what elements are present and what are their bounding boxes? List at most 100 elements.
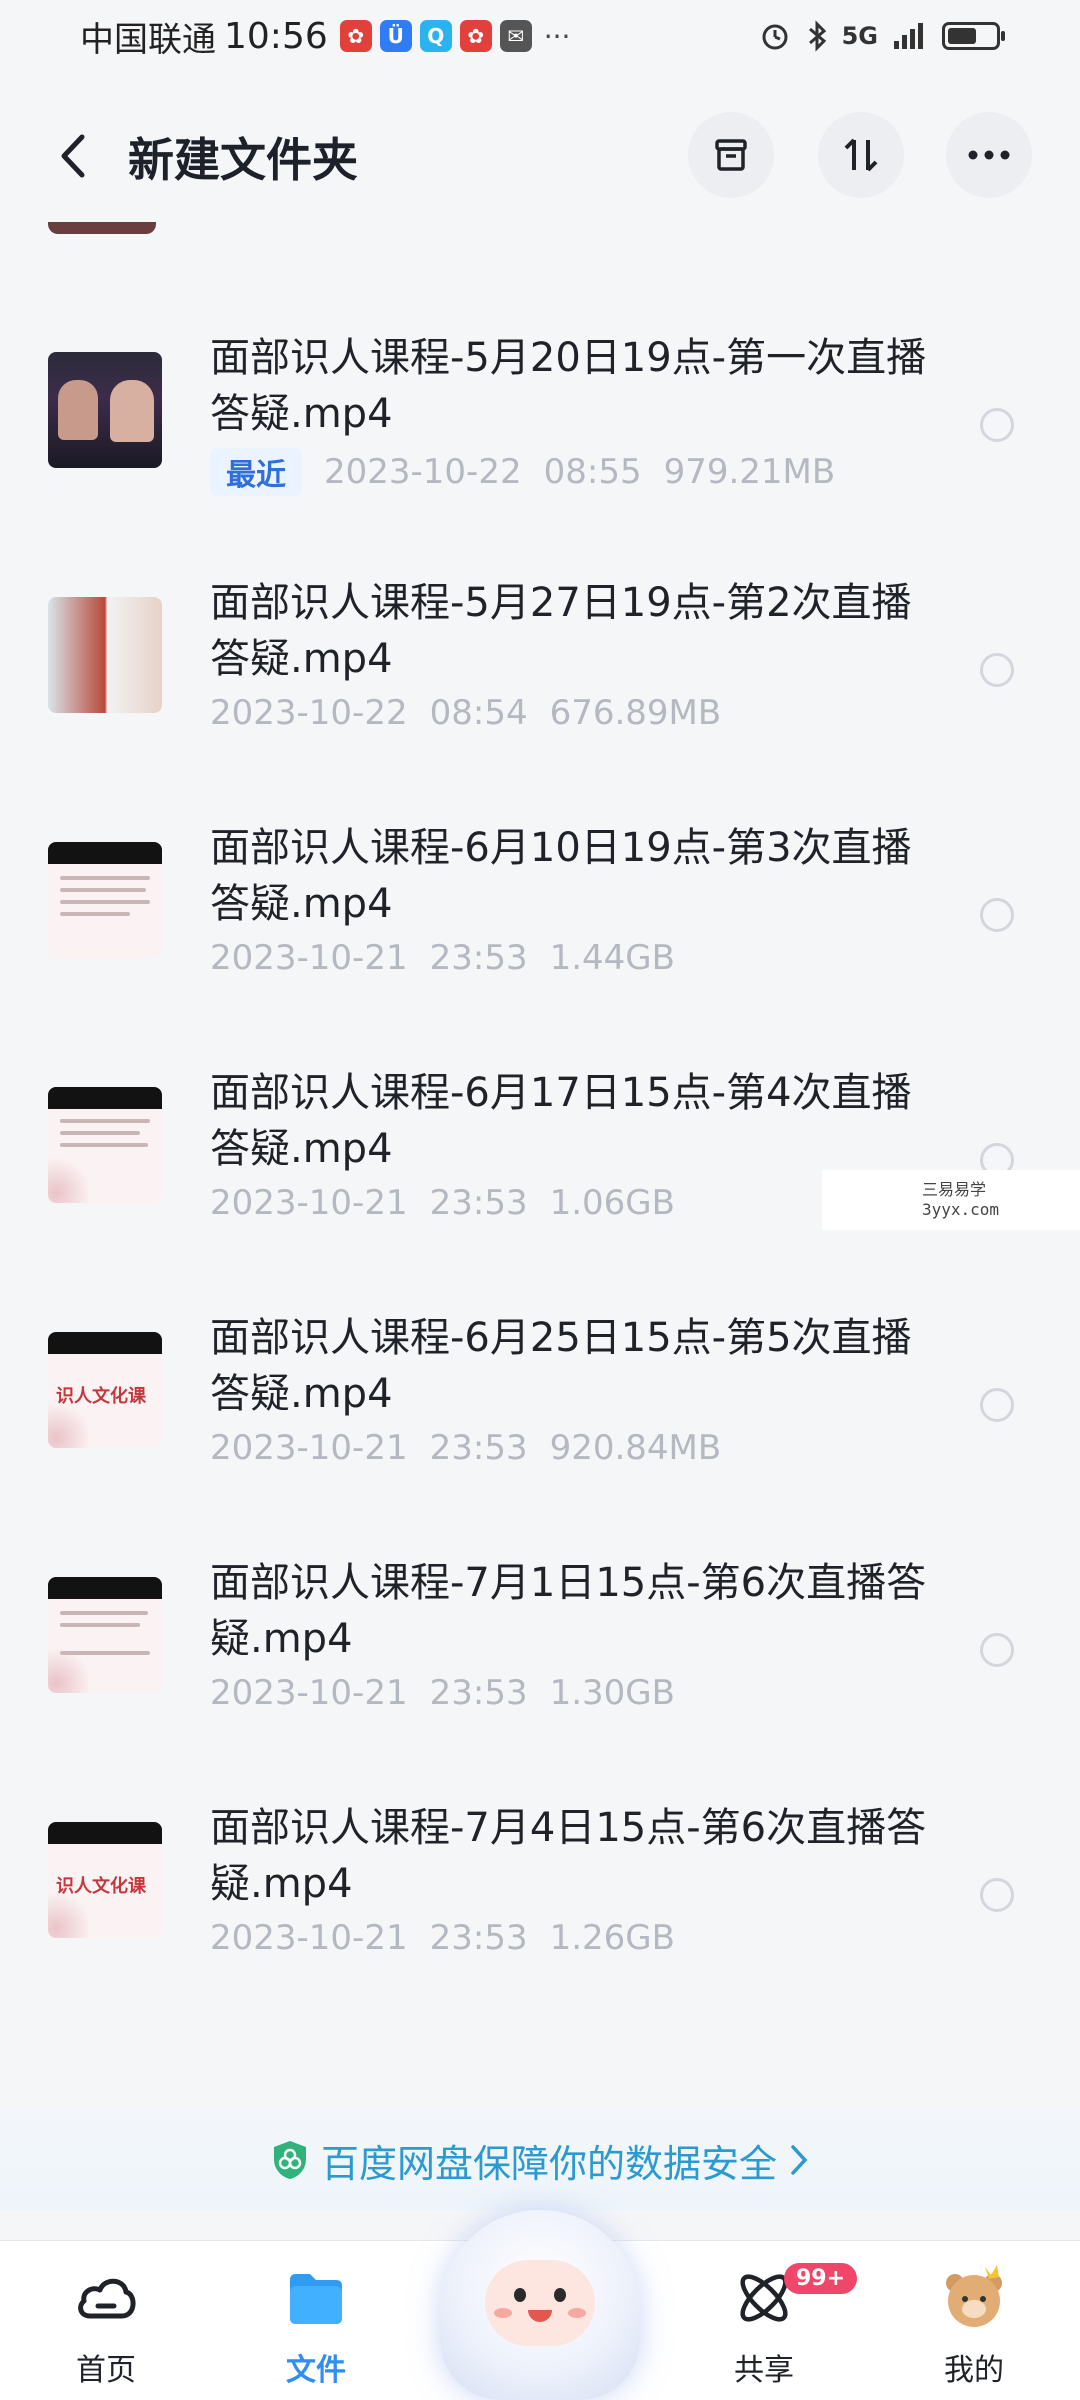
archive-button[interactable] [688,112,774,198]
file-date: 2023-10-21 [210,938,408,978]
mascot-eye [554,2288,566,2302]
network-type: 5G [841,22,878,50]
video-thumbnail: 识人文化课 [48,1332,162,1448]
nav-home-label: 首页 [76,2353,136,2388]
bear-avatar-icon [939,2263,1009,2333]
file-date: 2023-10-22 [324,452,522,492]
nav-files[interactable]: 文件 [236,2263,396,2393]
folder-icon [281,2263,351,2333]
mascot-blush [494,2308,512,2318]
sort-icon [844,138,878,172]
file-name: 面部识人课程-6月17日15点-第4次直播答疑.mp4 [210,1070,912,1172]
file-name: 面部识人课程-5月20日19点-第一次直播答疑.mp4 [210,335,927,437]
page-title: 新建文件夹 [128,133,358,187]
search-app-icon: Q [419,20,452,52]
alarm-icon [762,24,788,50]
file-meta: 2023-10-21 23:53 1.30GB [210,1673,675,1713]
recent-badge: 最近 [210,448,302,496]
file-size: 979.21MB [663,452,836,492]
select-radio[interactable] [980,1388,1014,1422]
thumbnail-cover-text: 识人文化课 [56,1386,146,1407]
archive-icon [715,139,747,171]
file-meta: 2023-10-21 23:53 1.44GB [210,938,675,978]
mascot-assistant-button[interactable] [430,2170,650,2400]
file-size: 1.26GB [549,1918,675,1958]
file-time: 23:53 [429,1428,528,1468]
select-radio[interactable] [980,1878,1014,1912]
status-bar: 中国联通 10:56 ✿ Ü Q ✿ ✉ ··· 5G [0,0,1080,72]
file-row[interactable]: 面部识人课程-7月1日15点-第6次直播答疑.mp4 2023-10-21 23… [0,1535,1080,1780]
file-time: 23:53 [429,1183,528,1223]
app-notification-icon: Ü [379,20,412,52]
file-name: 面部识人课程-6月25日15点-第5次直播答疑.mp4 [210,1315,912,1417]
file-date: 2023-10-21 [210,1183,408,1223]
file-meta: 2023-10-21 23:53 1.26GB [210,1918,675,1958]
chevron-left-icon [61,134,85,178]
thumbnail-cover-text: 识人文化课 [56,1876,146,1897]
watermark-line1: 三易易学 [922,1180,987,1199]
watermark: 三易易学 3yyx.com [822,1170,1080,1230]
nav-me[interactable]: 我的 [894,2263,1054,2393]
file-meta: 2023-10-21 23:53 1.06GB [210,1183,675,1223]
file-row[interactable]: 识人文化课 面部识人课程-7月4日15点-第6次直播答疑.mp4 2023-10… [0,1780,1080,2025]
file-date: 2023-10-22 [210,693,408,733]
nav-share[interactable]: 共享 99+ [684,2263,858,2393]
file-row[interactable]: 识人文化课 面部识人课程-6月25日15点-第5次直播答疑.mp4 2023-1… [0,1290,1080,1535]
more-options-button[interactable] [946,112,1032,198]
file-meta: 2023-10-21 23:53 920.84MB [210,1428,721,1468]
message-app-icon: ✉ [499,20,532,52]
back-button[interactable] [48,128,98,184]
file-row[interactable]: 面部识人课程-6月17日15点-第4次直播答疑.mp4 2023-10-21 2… [0,1045,1080,1290]
shield-icon [273,2141,306,2179]
cloud-home-icon [71,2263,141,2333]
file-name: 面部识人课程-5月27日19点-第2次直播答疑.mp4 [210,580,912,682]
video-thumbnail [48,352,162,468]
sort-button[interactable] [818,112,904,198]
more-dots-icon [968,150,1010,160]
signal-icon [894,23,923,49]
file-size: 1.30GB [549,1673,675,1713]
file-size: 1.44GB [549,938,675,978]
select-radio[interactable] [980,898,1014,932]
carrier-name: 中国联通 [80,19,216,60]
file-size: 676.89MB [549,693,722,733]
app-notification-icon: ✿ [339,20,372,52]
video-thumbnail [48,1577,162,1693]
notification-icons: ✿ Ü Q ✿ ✉ [339,20,532,52]
app-notification-icon: ✿ [459,20,492,52]
file-size: 1.06GB [549,1183,675,1223]
video-thumbnail [48,1087,162,1203]
file-name: 面部识人课程-7月1日15点-第6次直播答疑.mp4 [210,1560,927,1662]
mascot-face [485,2260,595,2346]
file-name: 面部识人课程-7月4日15点-第6次直播答疑.mp4 [210,1805,927,1907]
select-radio[interactable] [980,408,1014,442]
file-meta: 2023-10-22 08:54 676.89MB [210,693,721,733]
file-row[interactable]: 面部识人课程-5月20日19点-第一次直播答疑.mp4 最近 2023-10-2… [0,310,1080,555]
file-size: 920.84MB [549,1428,722,1468]
select-radio[interactable] [980,1633,1014,1667]
nav-share-label: 共享 [734,2353,794,2388]
file-date: 2023-10-21 [210,1673,408,1713]
file-meta: 最近 2023-10-22 08:55 979.21MB [210,448,835,496]
chevron-right-icon [791,2145,808,2175]
select-radio[interactable] [980,653,1014,687]
battery-icon [942,22,1005,50]
file-time: 23:53 [429,1918,528,1958]
bluetooth-icon [808,20,826,52]
more-notifications-icon: ··· [543,19,571,53]
header-bar: 新建文件夹 [0,100,1080,210]
video-thumbnail [48,597,162,713]
video-thumbnail: 识人文化课 [48,1822,162,1938]
file-row[interactable]: 面部识人课程-6月10日19点-第3次直播答疑.mp4 2023-10-21 2… [0,800,1080,1045]
previous-item-thumbnail-edge [48,222,156,234]
file-row[interactable]: 面部识人课程-5月27日19点-第2次直播答疑.mp4 2023-10-22 0… [0,555,1080,800]
nav-files-label: 文件 [286,2353,346,2388]
mascot-eye [514,2288,526,2302]
nav-home[interactable]: 首页 [26,2263,186,2393]
mascot-blush [568,2308,586,2318]
system-status: 5G [758,19,1005,53]
file-time: 08:54 [429,693,528,733]
file-date: 2023-10-21 [210,1918,408,1958]
file-time: 23:53 [429,938,528,978]
file-time: 08:55 [543,452,642,492]
